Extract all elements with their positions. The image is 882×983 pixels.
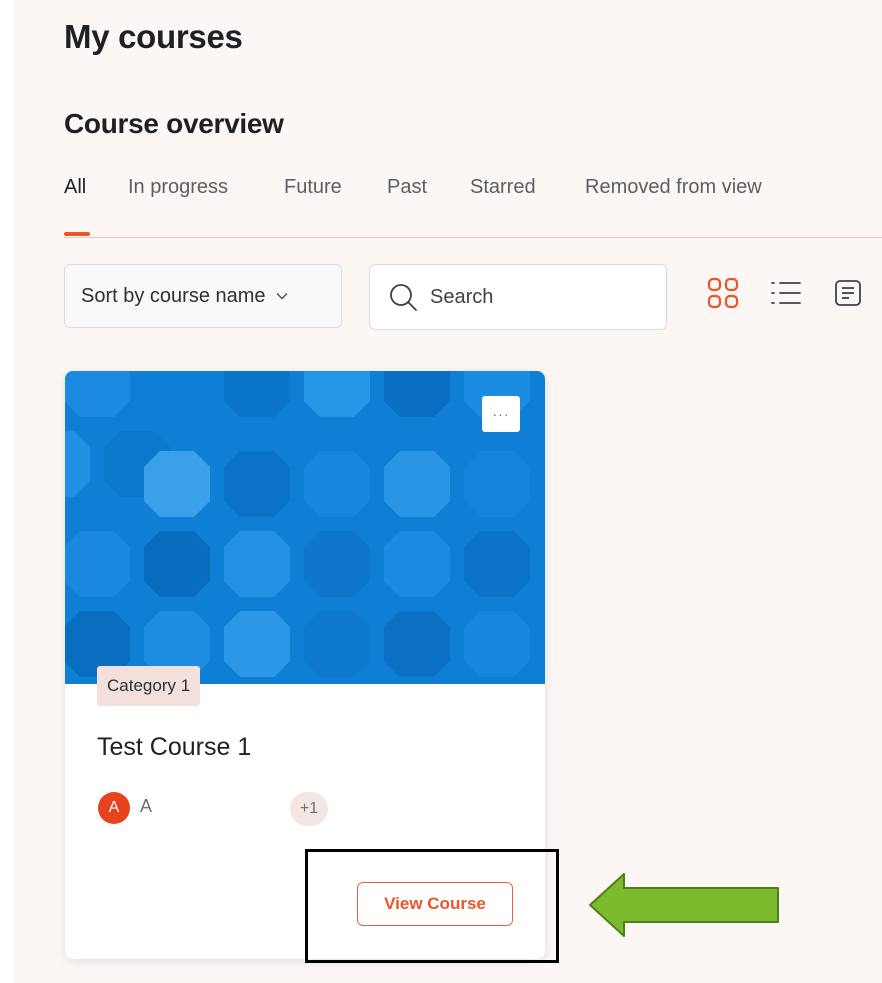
tabs-divider xyxy=(64,237,882,238)
teacher-name: A xyxy=(140,796,153,816)
highlight-annotation-box xyxy=(305,849,559,963)
active-tab-indicator xyxy=(64,232,90,236)
summary-view-icon[interactable] xyxy=(831,276,865,310)
redacted-teacher-name xyxy=(155,795,285,823)
course-actions-menu-button[interactable]: ··· xyxy=(482,396,520,432)
tab-future[interactable]: Future xyxy=(284,176,342,199)
tab-past[interactable]: Past xyxy=(387,176,427,199)
teacher-avatar: A xyxy=(98,792,130,824)
section-title: Course overview xyxy=(64,108,284,139)
tab-starred[interactable]: Starred xyxy=(470,176,536,199)
course-filter-tabs: All In progress Future Past Starred Remo… xyxy=(64,176,882,236)
category-badge: Category 1 xyxy=(97,666,201,706)
chevron-down-icon xyxy=(276,292,288,300)
sort-dropdown[interactable]: Sort by course name xyxy=(64,264,342,328)
additional-teachers-badge[interactable]: +1 xyxy=(290,792,328,826)
course-title-link[interactable]: Test Course 1 xyxy=(97,733,251,762)
course-image[interactable] xyxy=(65,371,545,684)
search-icon xyxy=(388,282,418,312)
list-view-icon[interactable] xyxy=(769,276,803,310)
search-field[interactable] xyxy=(369,264,667,330)
tab-removed-from-view[interactable]: Removed from view xyxy=(585,176,762,199)
tab-in-progress[interactable]: In progress xyxy=(128,176,228,199)
sort-dropdown-label: Sort by course name xyxy=(81,284,266,307)
left-arrow-annotation-icon xyxy=(589,873,779,937)
page-title: My courses xyxy=(64,18,243,55)
tab-all[interactable]: All xyxy=(64,176,86,199)
grid-view-icon[interactable] xyxy=(706,276,740,310)
search-input[interactable] xyxy=(428,284,632,310)
